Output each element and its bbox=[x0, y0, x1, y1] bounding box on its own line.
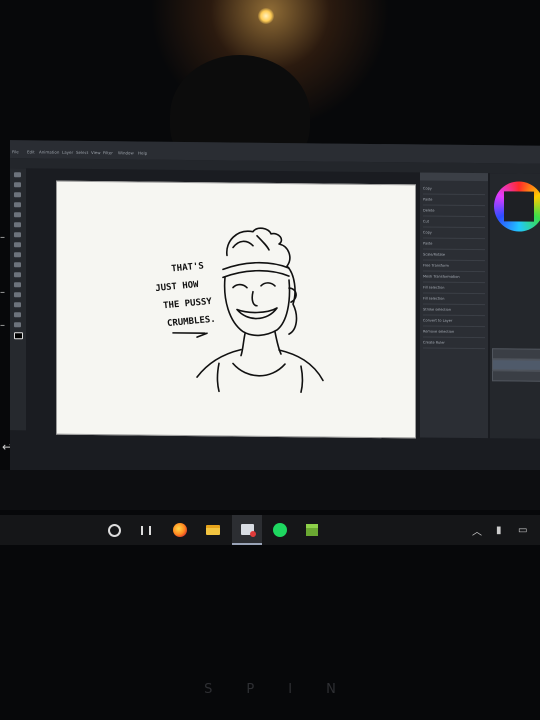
tray-speech-icon[interactable]: ▮ bbox=[496, 515, 502, 545]
minecraft-icon bbox=[306, 524, 318, 536]
tank-strap bbox=[216, 362, 220, 393]
menu-select[interactable]: Select bbox=[76, 150, 88, 155]
tool-icon[interactable] bbox=[14, 252, 21, 258]
side-dash-2: – bbox=[0, 287, 5, 298]
drawing-app-icon bbox=[240, 523, 256, 537]
task-view-icon bbox=[141, 525, 151, 535]
tool-icon[interactable] bbox=[14, 322, 21, 328]
menu-filter[interactable]: Filter bbox=[103, 150, 113, 155]
cortana-button[interactable] bbox=[102, 515, 126, 545]
collar bbox=[232, 362, 286, 377]
file-explorer-button[interactable] bbox=[201, 515, 225, 545]
firefox-icon bbox=[173, 523, 187, 537]
firefox-button[interactable] bbox=[168, 515, 192, 545]
panel-row[interactable]: Remove selection bbox=[423, 327, 485, 339]
edit-panel: Copy Paste Delete Cut Copy Paste Scale/Rotate F… bbox=[420, 172, 488, 439]
menu-layer[interactable]: Layer bbox=[62, 150, 73, 155]
panel-row[interactable]: Fill selection bbox=[423, 294, 485, 306]
spotify-icon bbox=[273, 523, 287, 537]
panel-row[interactable]: Copy bbox=[423, 184, 485, 196]
layer-row[interactable] bbox=[492, 348, 540, 360]
menu-view[interactable]: View bbox=[91, 150, 101, 155]
color-wheel[interactable] bbox=[494, 181, 540, 232]
tool-palette bbox=[10, 168, 26, 431]
shoulders bbox=[278, 349, 324, 382]
laptop-screen: File Edit Animation Layer Select View Fi… bbox=[10, 140, 540, 476]
color-swatch-icon[interactable] bbox=[14, 332, 23, 340]
panel-row[interactable]: Fill selection bbox=[423, 283, 485, 295]
neck bbox=[240, 332, 246, 357]
panel-row[interactable]: Stroke selection bbox=[423, 305, 485, 317]
lamp-bulb bbox=[258, 8, 274, 24]
drawing-app-button[interactable] bbox=[232, 515, 262, 545]
tool-icon[interactable] bbox=[14, 272, 21, 278]
windows-taskbar: ︿ ▮ ▭ bbox=[0, 515, 540, 545]
panel-row[interactable]: Cut bbox=[423, 217, 485, 229]
caption-line-3: THE PUSSY bbox=[163, 297, 213, 312]
panel-row[interactable]: Free Transform bbox=[423, 261, 485, 273]
hair-stroke bbox=[256, 234, 270, 251]
cortana-icon bbox=[107, 523, 121, 537]
hair-stroke bbox=[232, 240, 254, 249]
color-layer-column bbox=[490, 173, 540, 439]
layer-row[interactable] bbox=[492, 370, 540, 382]
side-dash-1: – bbox=[0, 232, 5, 243]
tool-icon[interactable] bbox=[14, 212, 21, 218]
mouth bbox=[236, 307, 278, 320]
tool-icon[interactable] bbox=[14, 172, 21, 178]
spotify-button[interactable] bbox=[268, 515, 292, 545]
tool-icon[interactable] bbox=[14, 302, 21, 308]
notification-icon[interactable]: ▭ bbox=[518, 515, 527, 545]
panel-row[interactable]: Mesh Transformation bbox=[423, 272, 485, 284]
menu-help[interactable]: Help bbox=[138, 151, 147, 156]
panel-row[interactable]: Scale/Rotate bbox=[423, 250, 485, 262]
bezel-brand: SPIN bbox=[204, 682, 370, 697]
tool-icon[interactable] bbox=[14, 242, 21, 248]
caption-line-2: JUST HOW bbox=[155, 280, 200, 294]
panel-row[interactable]: Paste bbox=[423, 195, 485, 207]
left-eye bbox=[232, 283, 248, 289]
headband bbox=[222, 261, 290, 271]
panel-row[interactable]: Delete bbox=[423, 206, 485, 218]
panel-header bbox=[420, 172, 488, 182]
drawing-canvas[interactable]: THAT'S JUST HOW THE PUSSY CRUMBLES. bbox=[56, 180, 416, 439]
screen-bezel bbox=[0, 470, 540, 510]
tool-icon[interactable] bbox=[14, 282, 21, 288]
minecraft-button[interactable] bbox=[300, 515, 324, 545]
side-dash-3: – bbox=[0, 320, 5, 331]
tool-icon[interactable] bbox=[14, 182, 21, 188]
headband bbox=[222, 269, 290, 279]
caption-line-4: CRUMBLES. bbox=[167, 315, 217, 330]
panel-row[interactable]: Copy bbox=[423, 228, 485, 240]
tool-icon[interactable] bbox=[14, 262, 21, 268]
right-eye bbox=[260, 282, 276, 287]
caption-line-1: THAT'S bbox=[171, 261, 204, 274]
panel-row[interactable]: Create Ruler bbox=[423, 338, 485, 350]
tool-icon[interactable] bbox=[14, 192, 21, 198]
tool-icon[interactable] bbox=[14, 222, 21, 228]
tool-icon[interactable] bbox=[14, 202, 21, 208]
tank-strap bbox=[300, 365, 304, 394]
menu-animation[interactable]: Animation bbox=[39, 149, 59, 154]
layer-row-selected[interactable] bbox=[492, 359, 540, 371]
folder-icon bbox=[206, 525, 220, 535]
nose bbox=[251, 290, 258, 307]
photo-scene: – – – ↩ ⚙ File Edit Animation Layer Sele… bbox=[0, 0, 540, 720]
panel-row[interactable]: Convert to Layer bbox=[423, 316, 485, 328]
task-view-button[interactable] bbox=[134, 515, 158, 545]
menu-window[interactable]: Window bbox=[118, 150, 134, 155]
tool-icon[interactable] bbox=[14, 232, 21, 238]
panel-row[interactable]: Paste bbox=[423, 239, 485, 251]
menu-file[interactable]: File bbox=[12, 149, 19, 154]
tray-chevron-icon[interactable]: ︿ bbox=[472, 515, 482, 545]
tool-icon[interactable] bbox=[14, 312, 21, 318]
color-wheel-square[interactable] bbox=[504, 191, 534, 222]
sketch-drawing: THAT'S JUST HOW THE PUSSY CRUMBLES. bbox=[155, 227, 324, 394]
tool-icon[interactable] bbox=[14, 292, 21, 298]
menu-edit[interactable]: Edit bbox=[27, 149, 35, 154]
